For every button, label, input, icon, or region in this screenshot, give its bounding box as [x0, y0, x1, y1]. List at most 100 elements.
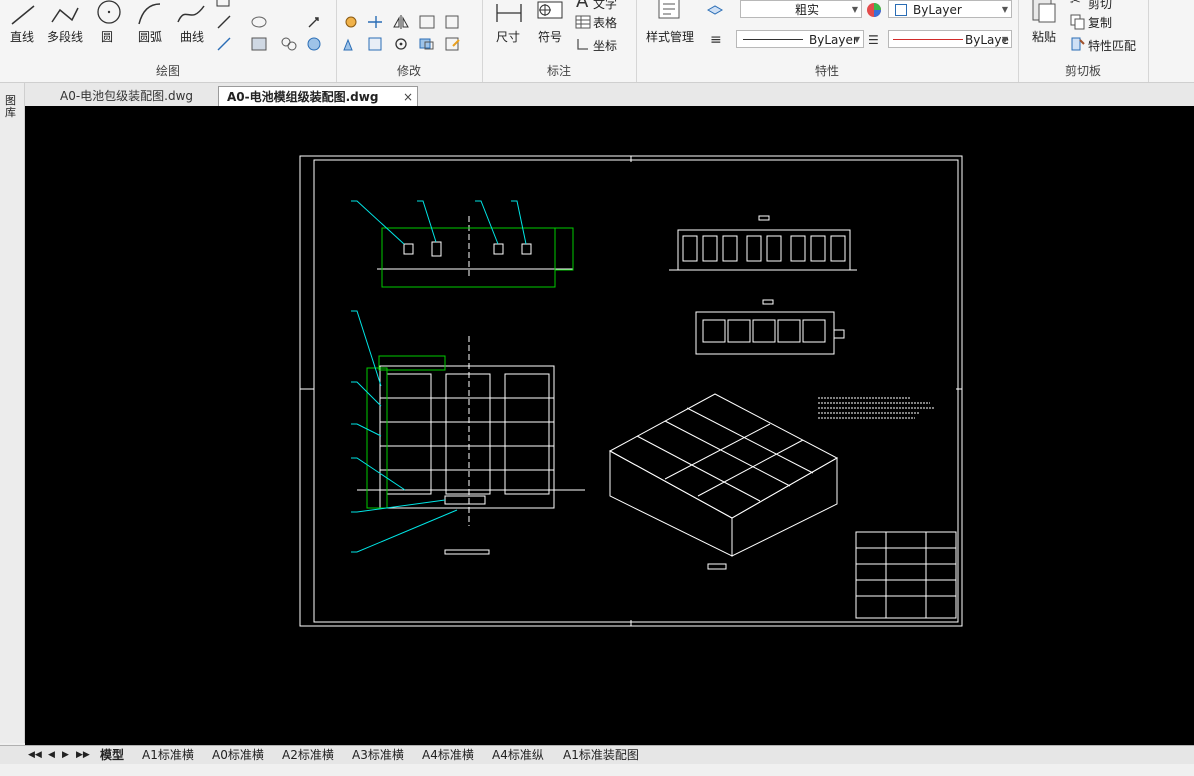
linetype-dropdown-value: ByLayer — [809, 33, 858, 47]
chevron-down-icon: ▼ — [1001, 35, 1008, 44]
ribbon: 直线 多段线 圆 圆弧 曲线 绘图 修改 尺寸 符号 A 文字 表格 坐标 标注… — [0, 0, 1194, 83]
table-icon — [575, 15, 591, 29]
doc-tab-pack[interactable]: A0-电池包级装配图.dwg — [52, 86, 201, 106]
last-tab-icon[interactable]: ▶▶ — [76, 747, 90, 763]
copy-tool[interactable]: 复制 — [1088, 14, 1112, 31]
close-icon[interactable]: × — [403, 87, 413, 107]
layout-tab-a0-landscape[interactable]: A0标准横 — [212, 747, 264, 763]
color-dropdown-value: ByLayer — [913, 3, 962, 17]
explode-icon — [445, 37, 460, 51]
layout-tab-a4-landscape[interactable]: A4标准横 — [422, 747, 474, 763]
cad-drawing — [299, 155, 963, 627]
line-icon — [11, 5, 35, 25]
modify-group-label: 修改 — [396, 64, 421, 78]
paste-icon — [1032, 0, 1056, 23]
trim-icon — [368, 16, 382, 28]
linetype-dropdown[interactable]: ByLayer ▼ — [736, 30, 864, 48]
properties-group: 样式管理 粗实 ▼ ByLayer ▼ ≡ ByLayer ▼ ☰ ByLaye… — [636, 0, 1019, 82]
linetype-sample — [743, 39, 803, 40]
rotate-icon — [395, 38, 407, 50]
point-icon — [308, 17, 319, 28]
boundary-icon — [307, 37, 321, 51]
library-palette-button[interactable]: 图库 — [5, 95, 19, 119]
first-tab-icon[interactable]: ◀◀ — [28, 747, 42, 763]
annotate-group-label: 标注 — [546, 64, 571, 78]
offset-icon — [368, 37, 382, 51]
layout-tab-a4-portrait[interactable]: A4标准纵 — [492, 747, 544, 763]
sheet-border-inner — [313, 159, 959, 623]
draw-group: 直线 多段线 圆 圆弧 曲线 绘图 — [0, 0, 337, 82]
modify-group: 修改 — [336, 0, 483, 82]
dimension-tool[interactable]: 尺寸 — [496, 28, 520, 45]
layout-tab-a1-landscape[interactable]: A1标准横 — [142, 747, 194, 763]
color-dropdown[interactable]: ByLayer ▼ — [888, 0, 1012, 18]
properties-group-label: 特性 — [814, 64, 839, 78]
end-elevation — [695, 299, 845, 355]
coordinate-icon — [577, 39, 588, 50]
lineweight-dropdown[interactable]: ByLaye ▼ — [888, 30, 1012, 48]
chevron-down-icon: ▼ — [851, 5, 858, 14]
layer-dropdown-value: 粗实 — [795, 3, 820, 17]
lineweight-icon: ☰ — [868, 33, 879, 47]
doc-tab-label: A0-电池包级装配图.dwg — [60, 89, 194, 103]
arc-icon — [138, 3, 161, 25]
construction-line-icon — [217, 15, 231, 29]
circle-icon — [97, 0, 121, 24]
layout-tab-a2-landscape[interactable]: A2标准横 — [282, 747, 334, 763]
title-block — [855, 531, 957, 619]
arc-tool[interactable]: 圆弧 — [138, 28, 162, 45]
rectangle-icon — [216, 0, 230, 7]
dimension-icon — [496, 4, 522, 22]
clipboard-group: 粘贴 ✂ 剪切 复制 特性匹配 剪切板 — [1018, 0, 1149, 82]
status-bar — [0, 764, 1194, 776]
hatch-icon — [251, 37, 267, 51]
draw-group-label: 绘图 — [155, 64, 180, 78]
plan-view-highlight — [366, 367, 388, 509]
line-tool[interactable]: 直线 — [10, 28, 34, 45]
color-wheel-icon — [867, 3, 881, 17]
layer-icon — [706, 5, 724, 15]
cut-icon: ✂ — [1070, 0, 1081, 9]
doc-tab-label: A0-电池模组级装配图.dwg — [227, 90, 379, 104]
chevron-down-icon: ▼ — [853, 35, 860, 44]
layout-tab-model[interactable]: 模型 — [100, 747, 124, 763]
lineweight-list-icon: ≡ — [710, 32, 722, 48]
polyline-icon — [51, 7, 79, 23]
cut-tool[interactable]: 剪切 — [1088, 0, 1112, 12]
match-properties-tool[interactable]: 特性匹配 — [1088, 37, 1136, 54]
layout-tab-a3-landscape[interactable]: A3标准横 — [352, 747, 404, 763]
side-view — [377, 216, 573, 276]
color-swatch — [895, 4, 907, 16]
polyline-tool[interactable]: 多段线 — [47, 28, 83, 45]
match-properties-icon — [1071, 37, 1085, 51]
sheet-border-outer — [299, 155, 963, 627]
text-icon: A — [576, 0, 589, 12]
paste-tool[interactable]: 粘贴 — [1032, 28, 1056, 45]
mirror-icon — [393, 15, 409, 29]
chevron-down-icon: ▼ — [1001, 5, 1008, 14]
plan-view — [357, 336, 585, 555]
move-icon — [345, 16, 357, 28]
document-tabs: A0-电池包级装配图.dwg A0-电池模组级装配图.dwg × — [0, 83, 1194, 107]
drawing-canvas[interactable] — [25, 106, 1194, 745]
coordinate-tool[interactable]: 坐标 — [593, 37, 617, 54]
isometric-view — [608, 393, 839, 570]
style-manager-tool[interactable]: 样式管理 — [646, 28, 694, 45]
prev-tab-icon[interactable]: ◀ — [48, 747, 55, 763]
layout-tab-a1-assembly[interactable]: A1标准装配图 — [563, 747, 639, 763]
front-elevation — [669, 215, 857, 271]
clipboard-group-label: 剪切板 — [1064, 64, 1101, 78]
text-tool[interactable]: 文字 — [593, 0, 617, 12]
annotate-group: 尺寸 符号 A 文字 表格 坐标 标注 — [482, 0, 637, 82]
table-tool[interactable]: 表格 — [593, 14, 617, 31]
doc-tab-module[interactable]: A0-电池模组级装配图.dwg × — [218, 86, 418, 106]
region-icon — [281, 37, 297, 51]
ellipse-icon — [251, 16, 267, 28]
ray-icon — [217, 37, 231, 51]
curve-tool[interactable]: 曲线 — [180, 28, 204, 45]
layer-dropdown[interactable]: 粗实 ▼ — [740, 0, 862, 18]
circle-tool[interactable]: 圆 — [101, 28, 113, 45]
symbol-tool[interactable]: 符号 — [538, 28, 562, 45]
next-tab-icon[interactable]: ▶ — [62, 747, 69, 763]
symbol-icon — [537, 1, 563, 19]
